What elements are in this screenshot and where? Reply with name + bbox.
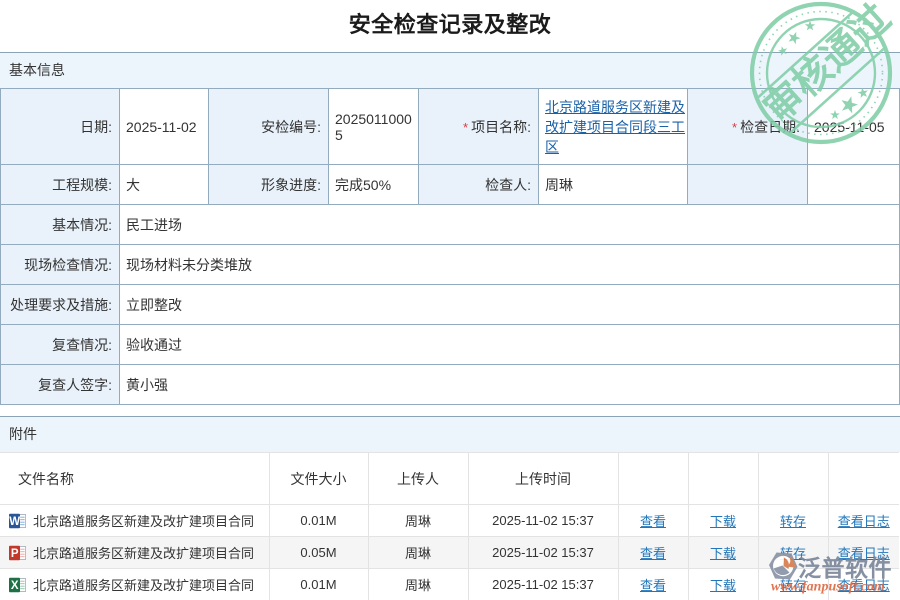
svg-text:P: P [11,548,19,560]
svg-text:www.fanpusoft.com: www.fanpusoft.com [771,580,885,595]
svg-text:X: X [11,580,19,592]
svg-text:泛普软件: 泛普软件 [798,555,892,581]
svg-text:W: W [9,516,20,528]
